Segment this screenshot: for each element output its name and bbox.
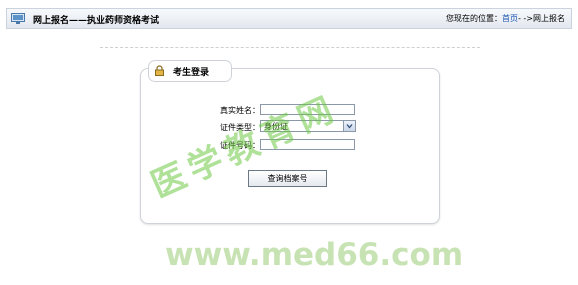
top-header-bar: 网上报名——执业药师资格考试 您现在的位置：首页- ->网上报名 — [6, 8, 572, 29]
breadcrumb-home-link[interactable]: 首页 — [502, 14, 518, 23]
watermark-url: www.med66.com — [165, 237, 464, 273]
login-panel-tab: 考生登录 — [148, 60, 232, 82]
breadcrumb-prefix: 您现在的位置： — [445, 14, 502, 23]
lock-icon — [155, 65, 164, 76]
monitor-icon — [11, 13, 25, 24]
query-archive-button[interactable]: 查询档案号 — [248, 170, 327, 187]
chevron-down-icon[interactable] — [343, 121, 355, 131]
breadcrumb: 您现在的位置：首页- ->网上报名 — [446, 13, 565, 24]
breadcrumb-current: 网上报名 — [533, 14, 565, 23]
page-title: 网上报名——执业药师资格考试 — [33, 16, 160, 26]
breadcrumb-separator: - -> — [517, 14, 533, 23]
login-panel-title: 考生登录 — [173, 68, 210, 78]
divider — [100, 47, 480, 48]
